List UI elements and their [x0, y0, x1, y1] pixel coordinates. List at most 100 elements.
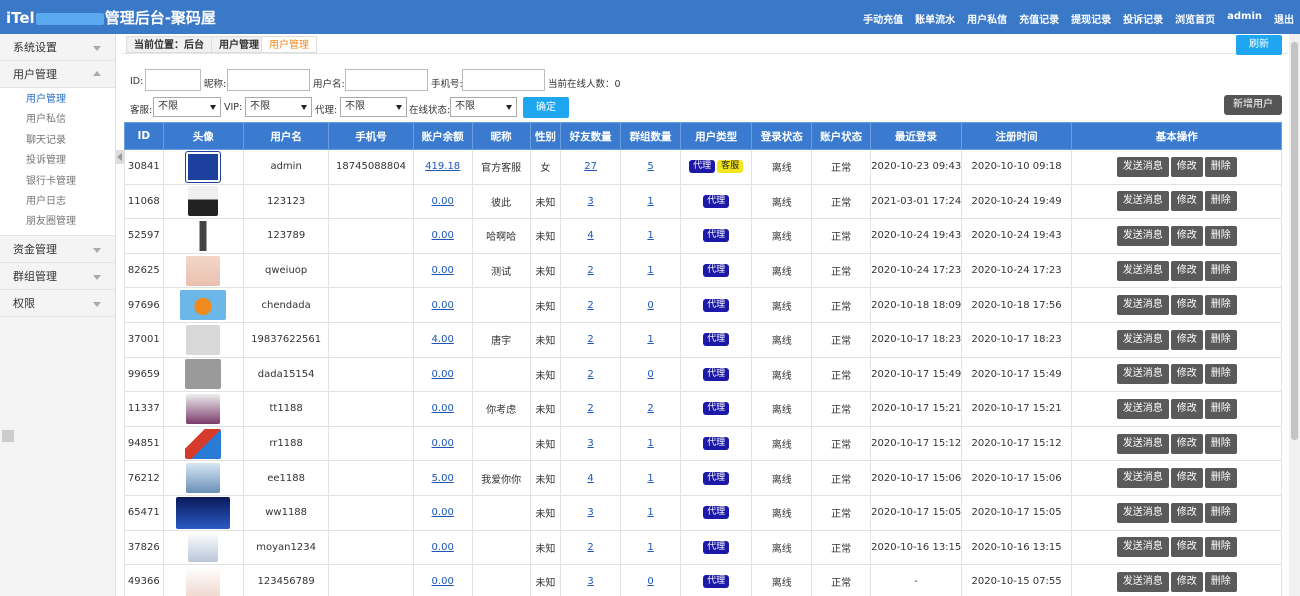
edit-button[interactable]: 修改 — [1170, 295, 1203, 316]
friends-count-link[interactable]: 3 — [587, 576, 593, 587]
sidebar-collapse-icon[interactable] — [116, 150, 124, 164]
nickname-input[interactable] — [227, 69, 310, 91]
send-message-button[interactable]: 发送消息 — [1116, 537, 1169, 558]
username-input[interactable] — [345, 69, 428, 91]
send-message-button[interactable]: 发送消息 — [1116, 433, 1169, 454]
sidebar-group-2[interactable]: 资金管理 — [0, 236, 115, 263]
edit-button[interactable]: 修改 — [1170, 537, 1203, 558]
delete-button[interactable]: 删除 — [1204, 433, 1237, 454]
groups-count-link[interactable]: 1 — [647, 265, 653, 276]
edit-button[interactable]: 修改 — [1170, 260, 1203, 281]
send-message-button[interactable]: 发送消息 — [1116, 398, 1169, 419]
sidebar-group-4[interactable]: 权限 — [0, 290, 115, 317]
agent-select[interactable]: 不限 — [340, 97, 407, 117]
edit-button[interactable]: 修改 — [1170, 433, 1203, 454]
sidebar-group-1[interactable]: 用户管理 — [0, 61, 115, 88]
delete-button[interactable]: 删除 — [1204, 398, 1237, 419]
send-message-button[interactable]: 发送消息 — [1116, 329, 1169, 350]
groups-count-link[interactable]: 0 — [647, 300, 653, 311]
send-message-button[interactable]: 发送消息 — [1116, 468, 1169, 489]
sidebar-group-3[interactable]: 群组管理 — [0, 263, 115, 290]
friends-count-link[interactable]: 3 — [587, 507, 593, 518]
vip-select[interactable]: 不限 — [245, 97, 312, 117]
groups-count-link[interactable]: 1 — [647, 438, 653, 449]
top-nav-item-0[interactable]: 手动充值 — [863, 11, 903, 26]
refresh-button[interactable]: 刷新 — [1236, 35, 1282, 55]
balance-link[interactable]: 0.00 — [432, 438, 454, 449]
top-nav-item-1[interactable]: 账单流水 — [915, 11, 955, 26]
groups-count-link[interactable]: 1 — [647, 507, 653, 518]
delete-button[interactable]: 删除 — [1204, 260, 1237, 281]
groups-count-link[interactable]: 1 — [647, 473, 653, 484]
service-select[interactable]: 不限 — [153, 97, 221, 117]
friends-count-link[interactable]: 2 — [587, 265, 593, 276]
friends-count-link[interactable]: 3 — [587, 196, 593, 207]
send-message-button[interactable]: 发送消息 — [1116, 260, 1169, 281]
delete-button[interactable]: 删除 — [1204, 329, 1237, 350]
top-nav-item-7[interactable]: admin — [1227, 11, 1262, 26]
delete-button[interactable]: 删除 — [1204, 156, 1237, 177]
friends-count-link[interactable]: 4 — [587, 230, 593, 241]
delete-button[interactable]: 删除 — [1204, 468, 1237, 489]
edit-button[interactable]: 修改 — [1170, 364, 1203, 385]
groups-count-link[interactable]: 1 — [647, 542, 653, 553]
top-nav-item-6[interactable]: 浏览首页 — [1175, 11, 1215, 26]
groups-count-link[interactable]: 1 — [647, 230, 653, 241]
delete-button[interactable]: 删除 — [1204, 571, 1237, 592]
balance-link[interactable]: 4.00 — [432, 334, 454, 345]
sidebar-item-0[interactable]: 用户管理 — [0, 90, 115, 110]
top-nav-item-8[interactable]: 退出 — [1274, 11, 1294, 26]
page-scrollbar[interactable] — [1289, 34, 1300, 596]
groups-count-link[interactable]: 2 — [647, 403, 653, 414]
friends-count-link[interactable]: 2 — [587, 369, 593, 380]
delete-button[interactable]: 删除 — [1204, 502, 1237, 523]
edit-button[interactable]: 修改 — [1170, 468, 1203, 489]
send-message-button[interactable]: 发送消息 — [1116, 156, 1169, 177]
friends-count-link[interactable]: 2 — [587, 334, 593, 345]
breadcrumb-user-management[interactable]: 用户管理 — [211, 36, 267, 53]
delete-button[interactable]: 删除 — [1204, 537, 1237, 558]
friends-count-link[interactable]: 4 — [587, 473, 593, 484]
sidebar-item-2[interactable]: 聊天记录 — [0, 131, 115, 151]
groups-count-link[interactable]: 1 — [647, 196, 653, 207]
sidebar-group-0[interactable]: 系统设置 — [0, 34, 115, 61]
balance-link[interactable]: 0.00 — [432, 507, 454, 518]
edit-button[interactable]: 修改 — [1170, 571, 1203, 592]
balance-link[interactable]: 0.00 — [432, 369, 454, 380]
balance-link[interactable]: 0.00 — [432, 542, 454, 553]
send-message-button[interactable]: 发送消息 — [1116, 364, 1169, 385]
balance-link[interactable]: 0.00 — [432, 576, 454, 587]
top-nav-item-5[interactable]: 投诉记录 — [1123, 11, 1163, 26]
send-message-button[interactable]: 发送消息 — [1116, 295, 1169, 316]
top-nav-item-2[interactable]: 用户私信 — [967, 11, 1007, 26]
groups-count-link[interactable]: 5 — [647, 161, 653, 172]
send-message-button[interactable]: 发送消息 — [1116, 502, 1169, 523]
balance-link[interactable]: 0.00 — [432, 300, 454, 311]
top-nav-item-3[interactable]: 充值记录 — [1019, 11, 1059, 26]
friends-count-link[interactable]: 3 — [587, 438, 593, 449]
id-input[interactable] — [145, 69, 201, 91]
delete-button[interactable]: 删除 — [1204, 191, 1237, 212]
send-message-button[interactable]: 发送消息 — [1116, 571, 1169, 592]
friends-count-link[interactable]: 2 — [587, 300, 593, 311]
sidebar-mini-icon[interactable] — [2, 430, 14, 442]
edit-button[interactable]: 修改 — [1170, 156, 1203, 177]
sidebar-item-4[interactable]: 银行卡管理 — [0, 172, 115, 192]
add-user-button[interactable]: 新增用户 — [1224, 95, 1282, 115]
edit-button[interactable]: 修改 — [1170, 329, 1203, 350]
friends-count-link[interactable]: 2 — [587, 542, 593, 553]
balance-link[interactable]: 0.00 — [432, 265, 454, 276]
balance-link[interactable]: 5.00 — [432, 473, 454, 484]
scrollbar-thumb[interactable] — [1291, 42, 1298, 440]
confirm-button[interactable]: 确定 — [523, 97, 569, 118]
groups-count-link[interactable]: 0 — [647, 369, 653, 380]
sidebar-item-1[interactable]: 用户私信 — [0, 110, 115, 130]
delete-button[interactable]: 删除 — [1204, 295, 1237, 316]
balance-link[interactable]: 0.00 — [432, 230, 454, 241]
edit-button[interactable]: 修改 — [1170, 225, 1203, 246]
top-nav-item-4[interactable]: 提现记录 — [1071, 11, 1111, 26]
delete-button[interactable]: 删除 — [1204, 225, 1237, 246]
phone-input[interactable] — [462, 69, 545, 91]
friends-count-link[interactable]: 2 — [587, 403, 593, 414]
balance-link[interactable]: 419.18 — [425, 161, 460, 172]
